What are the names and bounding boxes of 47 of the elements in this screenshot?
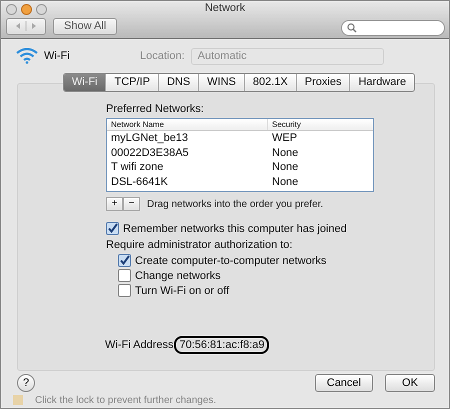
remember-checkbox[interactable] — [106, 222, 119, 235]
help-button[interactable]: ? — [17, 374, 35, 392]
tab[interactable]: DNS — [158, 74, 198, 91]
add-button[interactable]: + — [106, 197, 123, 211]
column-header[interactable]: Security — [267, 119, 373, 130]
search-icon — [347, 23, 357, 33]
admin-checkbox[interactable] — [118, 284, 131, 297]
window-title: Network — [204, 1, 246, 15]
tab[interactable]: WINS — [198, 74, 244, 91]
preferred-networks-label: Preferred Networks: — [106, 103, 205, 115]
security-cell[interactable]: WEP — [267, 131, 373, 146]
security-cell[interactable]: None — [267, 160, 373, 174]
wifi-icon — [16, 48, 38, 64]
network-name-cell[interactable]: T wifi zone — [107, 160, 267, 174]
zoom-button[interactable] — [36, 4, 47, 15]
tab[interactable]: Wi-Fi — [64, 74, 106, 91]
network-name-cell[interactable]: myLGNet_be13 — [107, 131, 267, 146]
checkbox-label: Remember networks this computer has joined — [123, 222, 347, 234]
back-forward-control[interactable] — [6, 18, 46, 34]
tab[interactable]: 802.1X — [244, 74, 296, 91]
tab[interactable]: TCP/IP — [105, 74, 158, 91]
search-field[interactable] — [341, 20, 445, 36]
dialog-button[interactable]: OK — [385, 374, 435, 392]
network-name-cell[interactable]: 00022D3E38A5 — [107, 146, 267, 160]
service-name: Wi-Fi — [44, 50, 71, 62]
column-header[interactable]: Network Name — [107, 119, 267, 130]
security-cell[interactable]: None — [267, 146, 373, 160]
tab[interactable]: Proxies — [296, 74, 350, 91]
network-name-cell[interactable]: DSL-6641K — [107, 174, 267, 189]
address-label: Wi-Fi Address — [105, 339, 174, 351]
drag-hint: Drag networks into the order you prefer. — [147, 198, 324, 210]
close-button[interactable] — [6, 4, 17, 15]
checkbox-label: Change networks — [135, 270, 221, 282]
admin-checkbox[interactable] — [118, 254, 131, 267]
checkbox-label: Create computer-to-computer networks — [135, 254, 326, 266]
security-cell[interactable]: None — [267, 174, 373, 189]
tab[interactable]: Hardware — [349, 74, 414, 91]
show-all-button[interactable]: Show All — [53, 18, 118, 34]
lock-hint: Click the lock to prevent further changes. — [35, 394, 216, 406]
checkbox-label: Turn Wi-Fi on or off — [135, 284, 230, 296]
minimize-button[interactable] — [21, 4, 32, 15]
address-value: 70:56:81:ac:f8:a9 — [174, 336, 270, 354]
admin-label: Require administrator authorization to: — [106, 238, 294, 253]
location-label: Location: — [140, 50, 185, 62]
admin-checkbox[interactable] — [118, 269, 131, 282]
dialog-button[interactable]: Cancel — [314, 374, 373, 392]
remove-button[interactable]: − — [123, 197, 140, 211]
